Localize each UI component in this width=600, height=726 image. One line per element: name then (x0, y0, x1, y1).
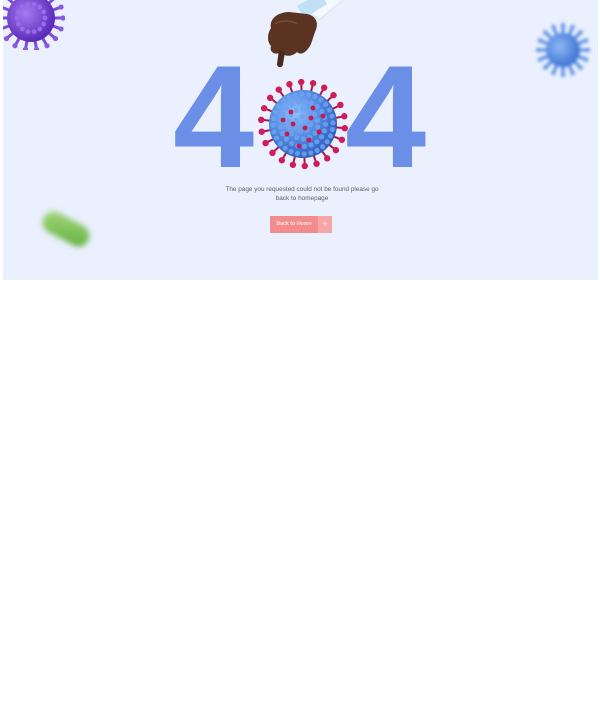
gloved-hand-icon (268, 0, 344, 67)
coronavirus-icon (258, 78, 348, 170)
purple-virus-icon (3, 0, 65, 50)
back-to-home-button[interactable]: Back to Home + (270, 216, 332, 233)
green-pill-icon (42, 211, 90, 247)
error-digit-left: 4 (173, 35, 254, 198)
page: 4 4 The page you requested could not be … (0, 0, 600, 726)
error-hero: 4 4 The page you requested could not be … (3, 0, 598, 280)
back-to-home-label: Back to Home (270, 216, 318, 233)
error-digit-right: 4 (345, 35, 426, 198)
plus-icon: + (318, 216, 332, 233)
blue-virus-icon (535, 22, 591, 78)
error-message: The page you requested could not be foun… (225, 186, 379, 203)
